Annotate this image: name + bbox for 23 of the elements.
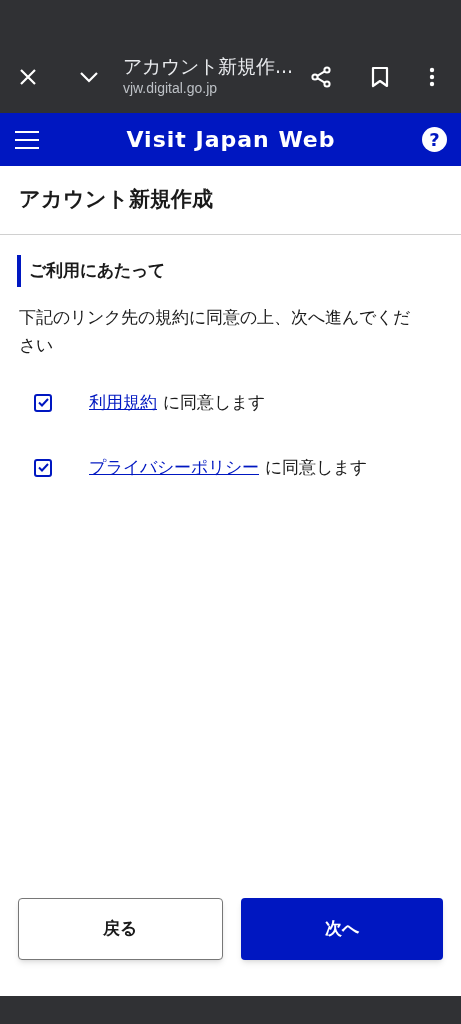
help-button[interactable]: ?: [422, 127, 447, 152]
check-icon: [37, 463, 49, 472]
more-icon: [429, 66, 436, 87]
site-title: Visit Japan Web: [125, 126, 337, 154]
share-icon: [309, 65, 332, 88]
menu-icon: [15, 130, 39, 149]
next-button[interactable]: 次へ: [240, 898, 443, 960]
agree-text: に同意します: [163, 390, 265, 414]
chevron-down-icon: [79, 70, 100, 83]
terms-link[interactable]: プライバシーポリシー: [89, 454, 259, 481]
back-button[interactable]: 戻る: [18, 898, 223, 960]
section-heading: ご利用にあたって: [17, 255, 461, 287]
close-icon: [18, 67, 37, 86]
page-title: アカウント新規作成: [19, 186, 213, 214]
check-icon: [37, 398, 49, 407]
checkbox[interactable]: [34, 393, 52, 412]
checkbox[interactable]: [34, 458, 52, 477]
instruction-text: 下記のリンク先の規約に同意の上、次へ進んでください: [19, 306, 411, 357]
bookmark-icon: [370, 65, 389, 88]
terms-link[interactable]: 利用規約: [89, 389, 157, 416]
url-text: vjw.digital.go.jp: [122, 79, 219, 98]
page-tab-title: アカウント新規作...: [122, 54, 294, 78]
agree-text: に同意します: [265, 455, 367, 479]
